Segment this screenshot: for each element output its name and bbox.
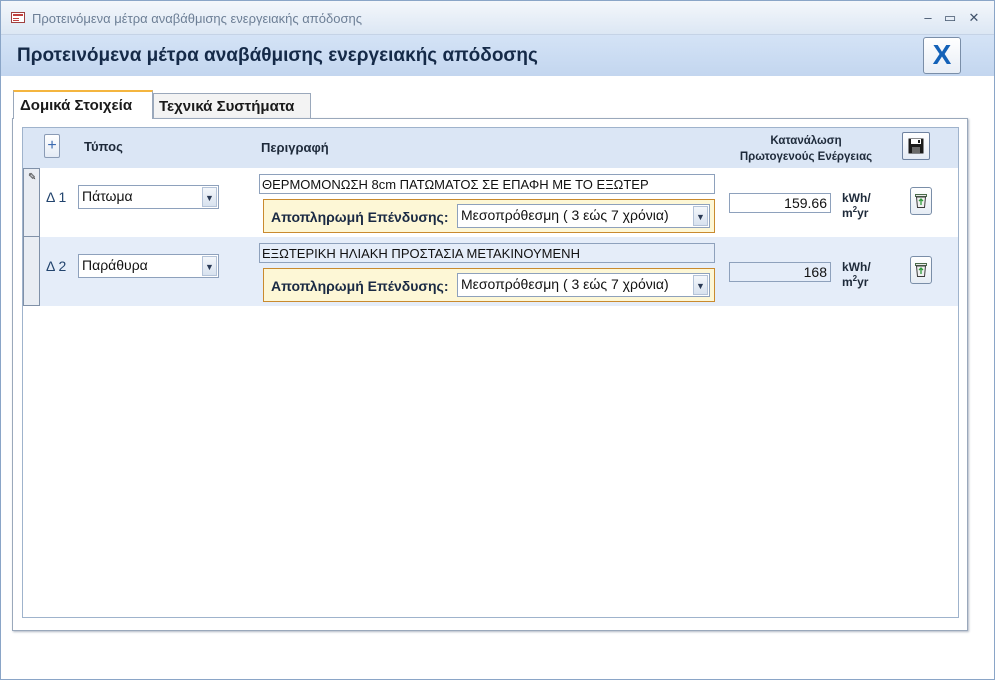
column-header-consumption-line2: Πρωτογενούς Ενέργειας bbox=[739, 151, 873, 163]
row-label: Δ 1 bbox=[46, 189, 67, 205]
form-icon bbox=[11, 12, 25, 23]
description-field[interactable]: ΘΕΡΜΟΜΟΝΩΣΗ 8cm ΠΑΤΩΜΑΤΟΣ ΣΕ ΕΠΑΦΗ ΜΕ ΤΟ… bbox=[259, 174, 715, 194]
payback-box: Αποπληρωμή Επένδυσης: Μεσοπρόθεσμη ( 3 ε… bbox=[263, 199, 715, 233]
save-button[interactable] bbox=[902, 132, 930, 160]
chevron-down-icon[interactable]: ▼ bbox=[693, 275, 708, 295]
add-record-button[interactable]: + bbox=[44, 134, 60, 158]
column-header-consumption-line1: Κατανάλωση bbox=[770, 135, 842, 147]
payback-combo[interactable]: Μεσοπρόθεσμη ( 3 εώς 7 χρόνια) ▼ bbox=[457, 204, 710, 228]
close-form-button[interactable]: X bbox=[923, 37, 961, 74]
tab-structural-elements[interactable]: Δομικά Στοιχεία bbox=[13, 90, 153, 119]
minimize-button[interactable]: – bbox=[919, 9, 937, 27]
unit-top: kWh/ bbox=[842, 191, 871, 205]
window-titlebar[interactable]: Προτεινόμενα μέτρα αναβάθμισης ενεργειακ… bbox=[1, 1, 994, 35]
type-combo-value: Παράθυρα bbox=[82, 257, 148, 273]
subform-header: + Τύπος Περιγραφή Κατανάλωση Πρωτογενούς… bbox=[23, 128, 958, 168]
column-header-consumption: Κατανάλωση Πρωτογενούς Ενέργειας bbox=[713, 133, 899, 165]
record-selector[interactable]: ✎ bbox=[23, 168, 40, 237]
window-title: Προτεινόμενα μέτρα αναβάθμισης ενεργειακ… bbox=[32, 11, 362, 26]
type-combo[interactable]: Πάτωμα ▼ bbox=[78, 185, 219, 209]
restore-button[interactable]: ▭ bbox=[941, 9, 959, 27]
unit-bottom: m2yr bbox=[842, 206, 871, 221]
consumption-unit: kWh/ m2yr bbox=[842, 260, 871, 290]
payback-label: Αποπληρωμή Επένδυσης: bbox=[271, 278, 449, 294]
delete-row-button[interactable] bbox=[910, 256, 932, 284]
payback-combo[interactable]: Μεσοπρόθεσμη ( 3 εώς 7 χρόνια) ▼ bbox=[457, 273, 710, 297]
unit-top: kWh/ bbox=[842, 260, 871, 274]
recycle-bin-icon bbox=[915, 194, 927, 208]
unit-bottom-rest: yr bbox=[857, 206, 869, 220]
consumption-field[interactable]: 168 bbox=[729, 262, 831, 282]
description-field[interactable]: ΕΞΩΤΕΡΙΚΗ ΗΛΙΑΚΗ ΠΡΟΣΤΑΣΙΑ ΜΕΤΑΚΙΝΟΥΜΕΝΗ bbox=[259, 243, 715, 263]
payback-box: Αποπληρωμή Επένδυσης: Μεσοπρόθεσμη ( 3 ε… bbox=[263, 268, 715, 302]
floppy-disk-icon bbox=[908, 138, 924, 154]
record-selector[interactable] bbox=[23, 237, 40, 306]
consumption-field[interactable]: 159.66 bbox=[729, 193, 831, 213]
description-value: ΘΕΡΜΟΜΟΝΩΣΗ 8cm ΠΑΤΩΜΑΤΟΣ ΣΕ ΕΠΑΦΗ ΜΕ ΤΟ… bbox=[262, 177, 649, 192]
chevron-down-icon[interactable]: ▼ bbox=[202, 187, 217, 207]
table-row: Δ 2 Παράθυρα ▼ ΕΞΩΤΕΡΙΚΗ ΗΛΙΑΚΗ ΠΡΟΣΤΑΣΙ… bbox=[23, 237, 958, 306]
chevron-down-icon[interactable]: ▼ bbox=[202, 256, 217, 276]
type-combo[interactable]: Παράθυρα ▼ bbox=[78, 254, 219, 278]
page-title: Προτεινόμενα μέτρα αναβάθμισης ενεργειακ… bbox=[17, 45, 538, 66]
tab-technical-systems[interactable]: Τεχνικά Συστήματα bbox=[153, 93, 311, 119]
column-header-type: Τύπος bbox=[84, 139, 123, 154]
recycle-bin-icon bbox=[915, 263, 927, 277]
description-value: ΕΞΩΤΕΡΙΚΗ ΗΛΙΑΚΗ ΠΡΟΣΤΑΣΙΑ ΜΕΤΑΚΙΝΟΥΜΕΝΗ bbox=[262, 246, 580, 261]
measures-subform: + Τύπος Περιγραφή Κατανάλωση Πρωτογενούς… bbox=[22, 127, 959, 618]
form-header: Προτεινόμενα μέτρα αναβάθμισης ενεργειακ… bbox=[1, 35, 994, 76]
pencil-icon: ✎ bbox=[28, 172, 37, 183]
payback-label: Αποπληρωμή Επένδυσης: bbox=[271, 209, 449, 225]
payback-combo-value: Μεσοπρόθεσμη ( 3 εώς 7 χρόνια) bbox=[461, 276, 669, 292]
delete-row-button[interactable] bbox=[910, 187, 932, 215]
payback-combo-value: Μεσοπρόθεσμη ( 3 εώς 7 χρόνια) bbox=[461, 207, 669, 223]
unit-bottom-rest: yr bbox=[857, 275, 869, 289]
unit-bottom-base: m bbox=[842, 206, 853, 220]
window-close-button[interactable]: ✕ bbox=[965, 9, 983, 27]
column-header-description: Περιγραφή bbox=[261, 140, 329, 155]
consumption-unit: kWh/ m2yr bbox=[842, 191, 871, 221]
type-combo-value: Πάτωμα bbox=[82, 188, 133, 204]
app-window: Προτεινόμενα μέτρα αναβάθμισης ενεργειακ… bbox=[0, 0, 995, 680]
row-label: Δ 2 bbox=[46, 258, 67, 274]
unit-bottom-base: m bbox=[842, 275, 853, 289]
chevron-down-icon[interactable]: ▼ bbox=[693, 206, 708, 226]
table-row: ✎ Δ 1 Πάτωμα ▼ ΘΕΡΜΟΜΟΝΩΣΗ 8cm ΠΑΤΩΜΑΤΟΣ… bbox=[23, 168, 958, 237]
unit-bottom: m2yr bbox=[842, 275, 871, 290]
